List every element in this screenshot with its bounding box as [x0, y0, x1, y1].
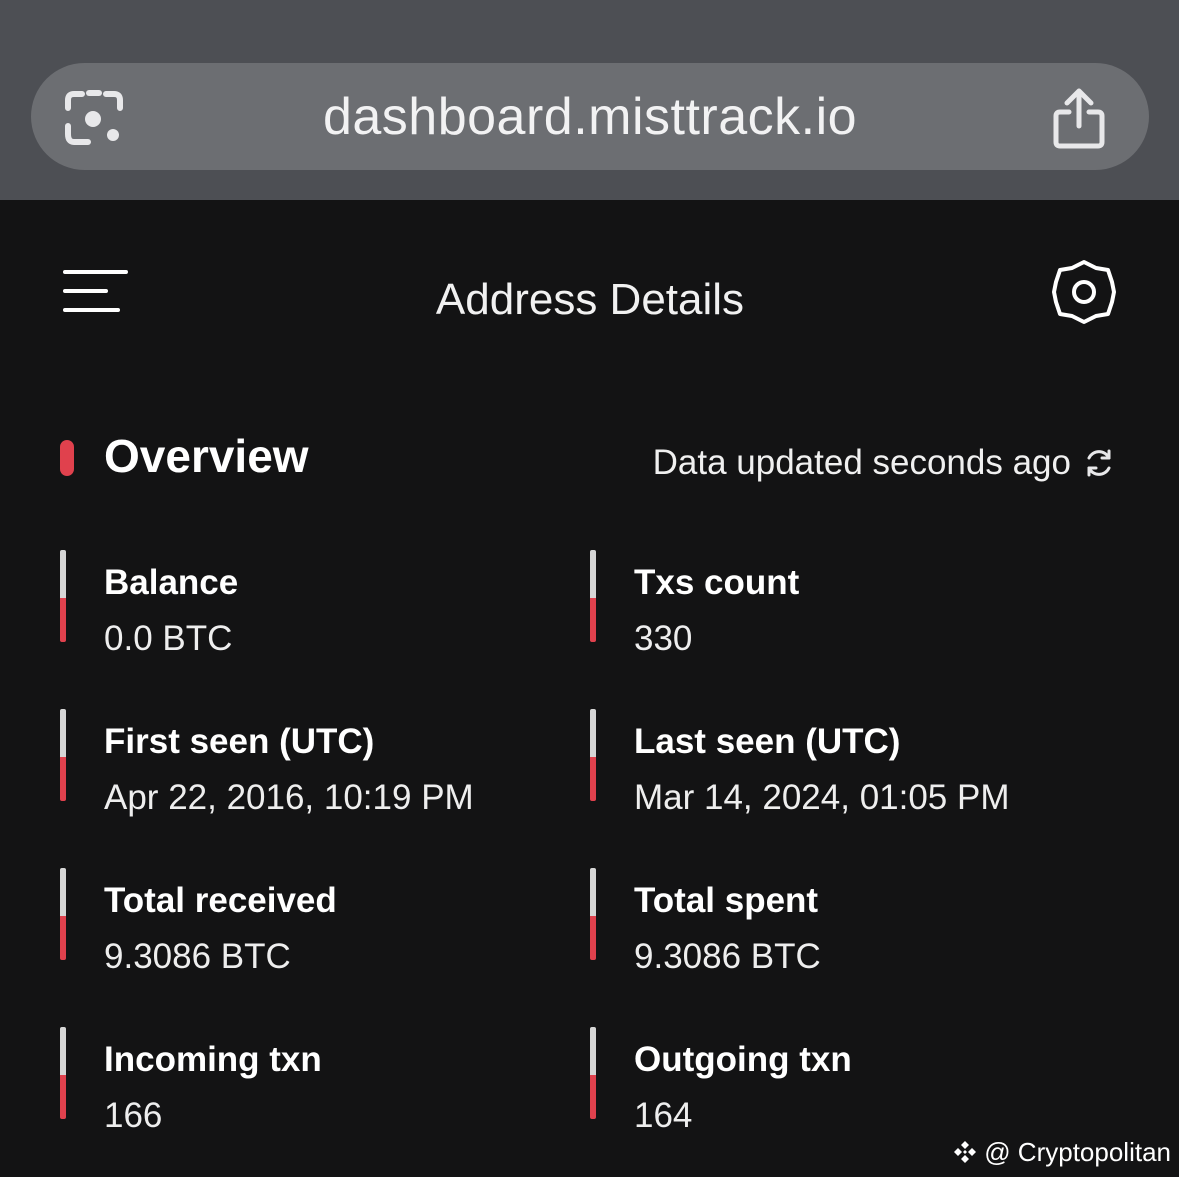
- stat-label: Last seen (UTC): [634, 722, 901, 761]
- stat-value: Apr 22, 2016, 10:19 PM: [104, 778, 474, 817]
- stat-total-spent: Total spent 9.3086 BTC: [590, 868, 1110, 998]
- stat-label: Outgoing txn: [634, 1040, 852, 1079]
- stat-indicator-bar: [60, 550, 66, 642]
- overview-marker: [60, 440, 74, 476]
- stat-first-seen: First seen (UTC) Apr 22, 2016, 10:19 PM: [60, 709, 580, 839]
- watermark-text: @ Cryptopolitan: [984, 1137, 1171, 1167]
- google-lens-icon[interactable]: [62, 88, 126, 148]
- url-text[interactable]: dashboard.misttrack.io: [240, 82, 940, 152]
- stat-txs-count: Txs count 330: [590, 550, 1110, 680]
- stat-value: 0.0 BTC: [104, 619, 233, 658]
- stat-last-seen: Last seen (UTC) Mar 14, 2024, 01:05 PM: [590, 709, 1110, 839]
- menu-icon[interactable]: [62, 268, 130, 314]
- stat-label: First seen (UTC): [104, 722, 375, 761]
- stat-indicator-bar: [590, 709, 596, 801]
- stat-indicator-bar: [590, 1027, 596, 1119]
- stat-value: 164: [634, 1096, 693, 1135]
- page-title: Address Details: [435, 275, 745, 324]
- share-icon[interactable]: [1050, 86, 1108, 150]
- stat-value: 330: [634, 619, 693, 658]
- stat-incoming-txn: Incoming txn 166: [60, 1027, 580, 1157]
- data-updated-status: Data updated seconds ago: [652, 443, 1071, 482]
- refresh-icon[interactable]: [1082, 446, 1116, 480]
- stat-value: 9.3086 BTC: [104, 937, 291, 976]
- stat-label: Total received: [104, 881, 337, 920]
- stat-label: Total spent: [634, 881, 819, 920]
- stat-indicator-bar: [60, 868, 66, 960]
- watermark: @ Cryptopolitan: [952, 1134, 1171, 1170]
- section-title: Overview: [104, 430, 309, 482]
- stat-indicator-bar: [590, 550, 596, 642]
- stat-indicator-bar: [60, 709, 66, 801]
- stat-value: 9.3086 BTC: [634, 937, 821, 976]
- stat-value: 166: [104, 1096, 163, 1135]
- stat-indicator-bar: [590, 868, 596, 960]
- stat-indicator-bar: [60, 1027, 66, 1119]
- stat-value: Mar 14, 2024, 01:05 PM: [634, 778, 1010, 817]
- binance-logo-icon: [954, 1141, 977, 1163]
- page: dashboard.misttrack.io Address Details O…: [0, 0, 1179, 1177]
- gear-icon[interactable]: [1050, 258, 1118, 326]
- stat-label: Incoming txn: [104, 1040, 322, 1079]
- stat-total-received: Total received 9.3086 BTC: [60, 868, 580, 998]
- stat-label: Balance: [104, 563, 239, 602]
- stat-label: Txs count: [634, 563, 800, 602]
- stat-balance: Balance 0.0 BTC: [60, 550, 580, 680]
- browser-toolbar: dashboard.misttrack.io: [0, 0, 1179, 200]
